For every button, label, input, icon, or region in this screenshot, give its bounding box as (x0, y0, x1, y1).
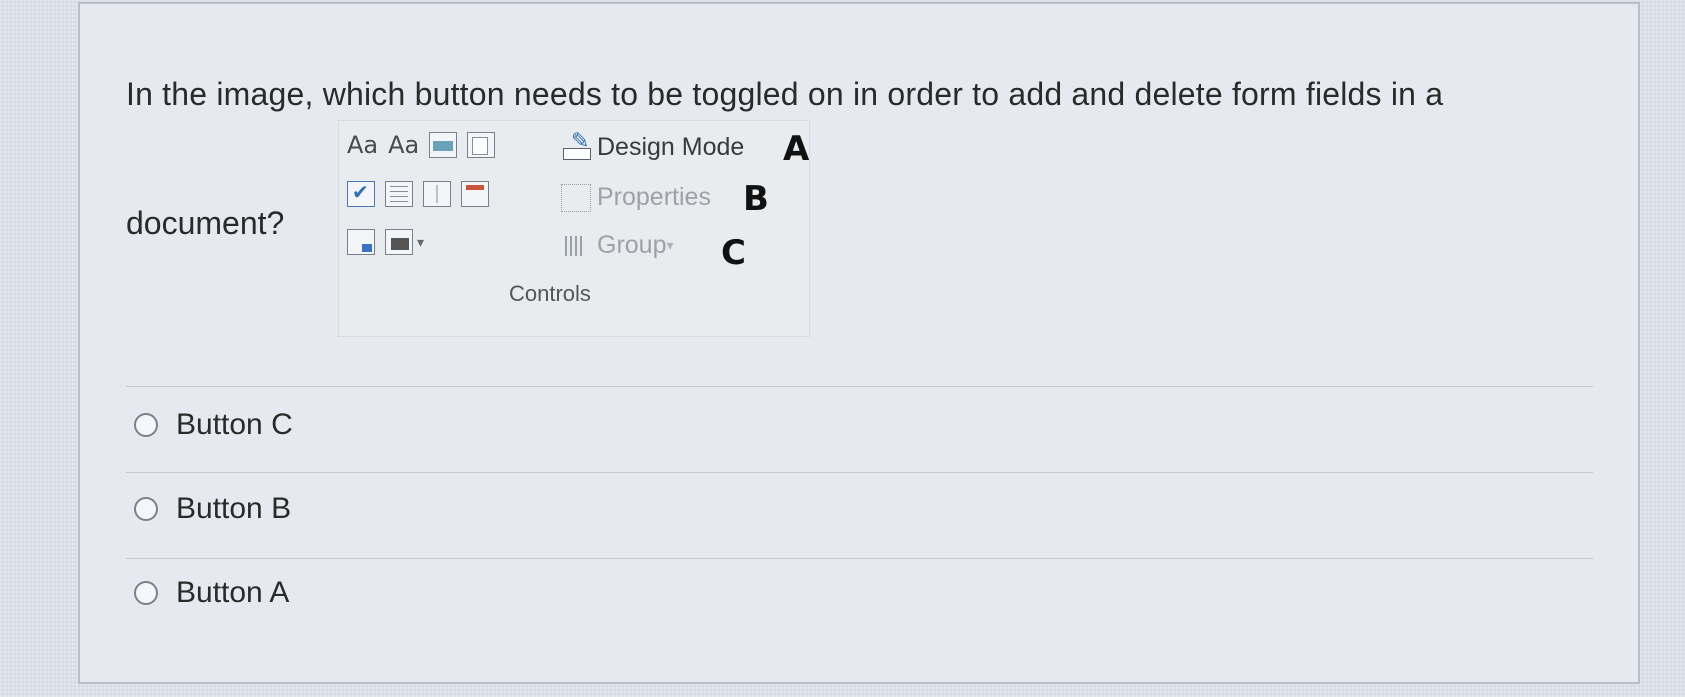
answer-option-label: Button B (176, 492, 292, 525)
answer-option-label: Button C (176, 408, 293, 441)
dropdown-list-icon (423, 181, 451, 207)
controls-row-3: ▾ (347, 229, 424, 255)
plain-text-content-control-icon: Aa (388, 131, 420, 159)
controls-row-1: Aa Aa (347, 131, 496, 159)
checkbox-content-control-icon (347, 180, 375, 207)
radio-button[interactable] (134, 581, 158, 605)
divider (126, 558, 1593, 559)
controls-row-2 (347, 180, 489, 207)
properties-label: Properties (597, 183, 711, 211)
design-mode-label: Design Mode (597, 133, 745, 161)
controls-ribbon-image: Aa Aa ▾ Design Mode Properties Group ▾ A… (338, 120, 810, 337)
date-picker-icon (461, 181, 489, 207)
marker-c: C (721, 233, 746, 273)
marker-b: B (743, 179, 769, 219)
divider (126, 472, 1593, 473)
radio-button[interactable] (134, 413, 158, 437)
building-block-gallery-icon (467, 132, 496, 158)
group-command: Group ▾ (561, 231, 674, 260)
combo-box-icon (385, 181, 413, 207)
design-mode-icon (561, 128, 591, 162)
rich-text-content-control-icon: Aa (347, 131, 379, 159)
picture-content-control-icon (429, 132, 458, 158)
properties-command: Properties (561, 183, 711, 212)
answer-option-b[interactable]: Button B (134, 492, 291, 526)
group-label: Group (597, 231, 667, 259)
chevron-down-icon: ▾ (417, 233, 425, 250)
group-icon (561, 232, 591, 260)
toolbox-icon (385, 229, 413, 255)
legacy-tools-icon (347, 229, 375, 255)
marker-a: A (783, 129, 810, 169)
answer-option-a[interactable]: Button A (134, 576, 289, 610)
controls-group-caption: Controls (509, 281, 591, 306)
question-text-continued: document? (126, 205, 285, 241)
radio-button[interactable] (134, 497, 158, 521)
question-text: In the image, which button needs to be t… (126, 76, 1444, 112)
answer-option-c[interactable]: Button C (134, 408, 293, 442)
answer-option-label: Button A (176, 576, 290, 609)
design-mode-command: Design Mode (561, 128, 745, 162)
properties-icon (561, 183, 591, 212)
chevron-down-icon: ▾ (666, 237, 674, 253)
divider (126, 386, 1593, 387)
